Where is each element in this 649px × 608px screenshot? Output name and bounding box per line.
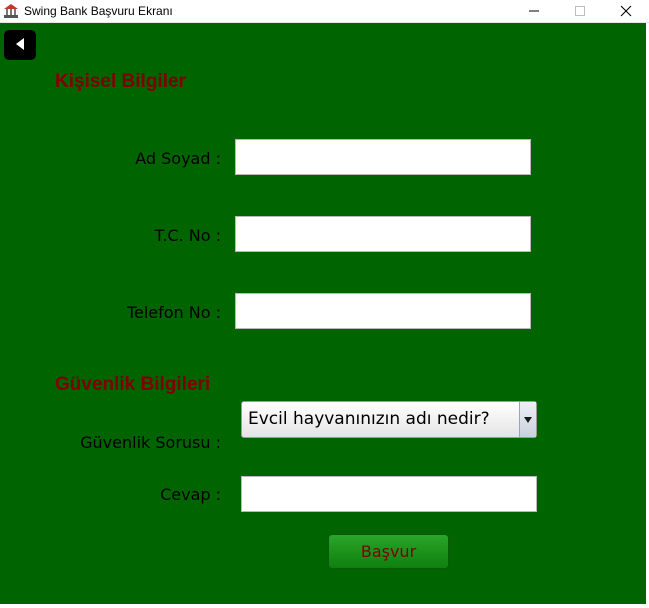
security-question-value: Evcil hayvanınızın adı nedir? — [248, 409, 490, 429]
minimize-button[interactable] — [511, 0, 557, 22]
phone-field[interactable] — [235, 293, 531, 329]
back-arrow-icon — [14, 36, 26, 55]
minimize-icon — [528, 2, 540, 21]
answer-field[interactable] — [241, 476, 537, 512]
dropdown-arrow-icon[interactable] — [519, 402, 536, 437]
tc-field[interactable] — [235, 216, 531, 252]
security-question-label: Güvenlik Sorusu : — [80, 433, 221, 452]
window-title: Swing Bank Başvuru Ekranı — [24, 4, 173, 18]
submit-button[interactable]: Başvur — [328, 534, 449, 569]
window-bottom-border — [0, 604, 649, 608]
name-label: Ad Soyad : — [135, 149, 221, 168]
phone-label: Telefon No : — [126, 303, 221, 322]
back-button[interactable] — [4, 30, 36, 60]
close-icon — [620, 2, 632, 21]
title-bar: Swing Bank Başvuru Ekranı — [0, 0, 649, 23]
answer-label: Cevap : — [160, 485, 221, 504]
close-button[interactable] — [603, 0, 649, 22]
personal-info-title: Kişisel Bilgiler — [55, 71, 186, 92]
name-field[interactable] — [235, 139, 531, 175]
security-question-select[interactable]: Evcil hayvanınızın adı nedir? — [241, 401, 537, 438]
maximize-button[interactable] — [557, 0, 603, 22]
security-info-title: Güvenlik Bilgileri — [55, 374, 211, 395]
form-panel: Kişisel Bilgiler Ad Soyad : T.C. No : Te… — [0, 23, 649, 606]
tc-label: T.C. No : — [154, 226, 221, 245]
bank-app-icon — [3, 3, 19, 19]
maximize-icon — [574, 2, 586, 21]
